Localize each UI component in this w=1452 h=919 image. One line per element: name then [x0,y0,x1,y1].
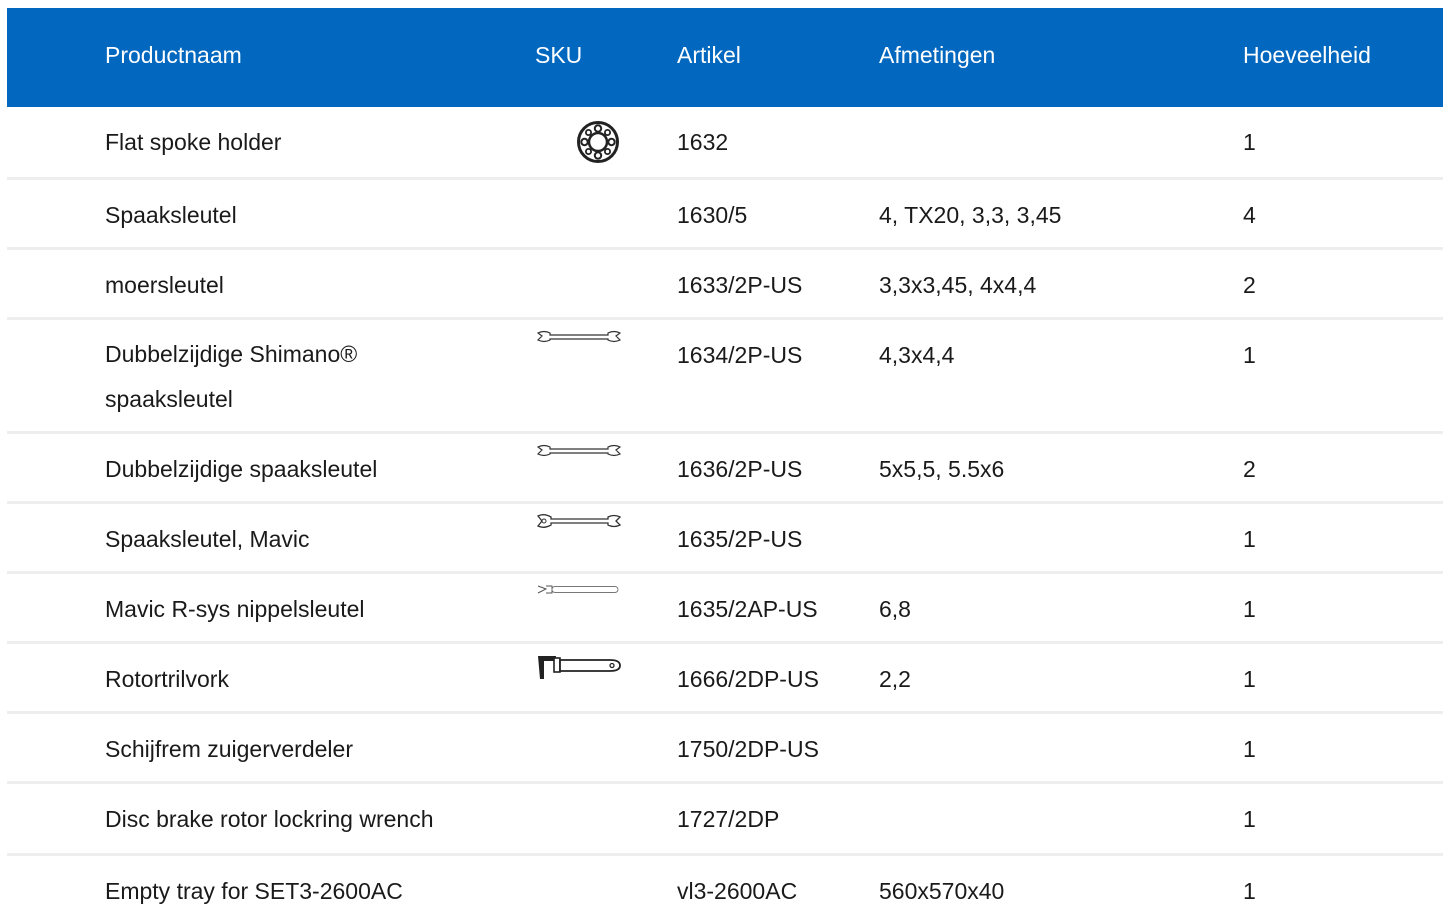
artikel-number: 1632 [677,129,729,155]
product-name: Flat spoke holder [105,129,282,155]
header-sku[interactable]: SKU [535,41,582,69]
table-header: Productnaam SKU Artikel Afmetingen Hoeve… [7,8,1443,107]
artikel-number: vl3-2600AC [677,878,798,904]
table-row: Spaaksleutel, Mavic 1635/2P-US 1 [7,504,1443,574]
table-row: Empty tray for SET3-2600AC vl3-2600AC 56… [7,856,1443,916]
afmetingen-value: 2,2 [879,666,911,692]
artikel-number: 1636/2P-US [677,456,803,482]
hoeveelheid-value: 1 [1243,129,1256,155]
product-name: Spaaksleutel, Mavic [105,526,310,552]
afmetingen-value: 3,3x3,45, 4x4,4 [879,272,1037,298]
product-name: Mavic R-sys nippelsleutel [105,596,365,622]
header-productnaam[interactable]: Productnaam [105,41,242,69]
spoke-holder-ring-icon [576,120,620,164]
table-row: Mavic R-sys nippelsleutel 1635/2AP-US 6,… [7,574,1443,644]
hoeveelheid-value: 1 [1243,596,1256,622]
artikel-number: 1635/2AP-US [677,596,818,622]
hoeveelheid-value: 1 [1243,736,1256,762]
table-row: Schijfrem zuigerverdeler 1750/2DP-US 1 [7,714,1443,784]
afmetingen-value: 4,3x4,4 [879,342,955,368]
artikel-number: 1630/5 [677,202,748,228]
table-row: Spaaksleutel 1630/5 4, TX20, 3,3, 3,45 4 [7,180,1443,250]
hoeveelheid-value: 2 [1243,272,1256,298]
artikel-number: 1727/2DP [677,806,780,832]
nipple-wrench-icon [536,584,622,596]
table-row: Disc brake rotor lockring wrench 1727/2D… [7,784,1443,856]
afmetingen-value: 6,8 [879,596,911,622]
double-ended-wrench-icon [536,444,622,458]
product-name: Empty tray for SET3-2600AC [105,878,403,904]
product-name: Spaaksleutel [105,202,237,228]
artikel-number: 1635/2P-US [677,526,803,552]
product-name: Dubbelzijdige Shimano® spaaksleutel [105,341,358,412]
hoeveelheid-value: 2 [1243,456,1256,482]
table-row: moersleutel 1633/2P-US 3,3x3,45, 4x4,4 2 [7,250,1443,320]
product-name: moersleutel [105,272,224,298]
hoeveelheid-value: 1 [1243,342,1256,368]
table-row: Dubbelzijdige spaaksleutel 1636/2P-US 5x… [7,434,1443,504]
double-ended-wrench-icon [536,513,622,529]
hoeveelheid-value: 1 [1243,666,1256,692]
hoeveelheid-value: 1 [1243,806,1256,832]
afmetingen-value: 5x5,5, 5.5x6 [879,456,1005,482]
product-name: Schijfrem zuigerverdeler [105,736,353,762]
artikel-number: 1750/2DP-US [677,736,819,762]
product-table: Productnaam SKU Artikel Afmetingen Hoeve… [7,8,1443,916]
header-afmetingen[interactable]: Afmetingen [879,41,995,69]
hoeveelheid-value: 4 [1243,202,1256,228]
hoeveelheid-value: 1 [1243,878,1256,904]
artikel-number: 1633/2P-US [677,272,803,298]
artikel-number: 1634/2P-US [677,342,803,368]
table-row: Flat spoke holder 1632 1 [7,107,1443,180]
rotor-truing-fork-icon [536,654,622,684]
afmetingen-value: 560x570x40 [879,878,1005,904]
afmetingen-value: 4, TX20, 3,3, 3,45 [879,202,1062,228]
hoeveelheid-value: 1 [1243,526,1256,552]
table-row: Rotortrilvork 1666/2DP-US 2,2 1 [7,644,1443,714]
artikel-number: 1666/2DP-US [677,666,819,692]
header-artikel[interactable]: Artikel [677,41,741,69]
product-name: Disc brake rotor lockring wrench [105,806,434,832]
double-ended-wrench-icon [536,330,622,344]
product-name: Dubbelzijdige spaaksleutel [105,456,378,482]
table-row: Dubbelzijdige Shimano® spaaksleutel 1634… [7,320,1443,434]
header-hoeveelheid[interactable]: Hoeveelheid [1243,41,1371,69]
product-name: Rotortrilvork [105,666,229,692]
